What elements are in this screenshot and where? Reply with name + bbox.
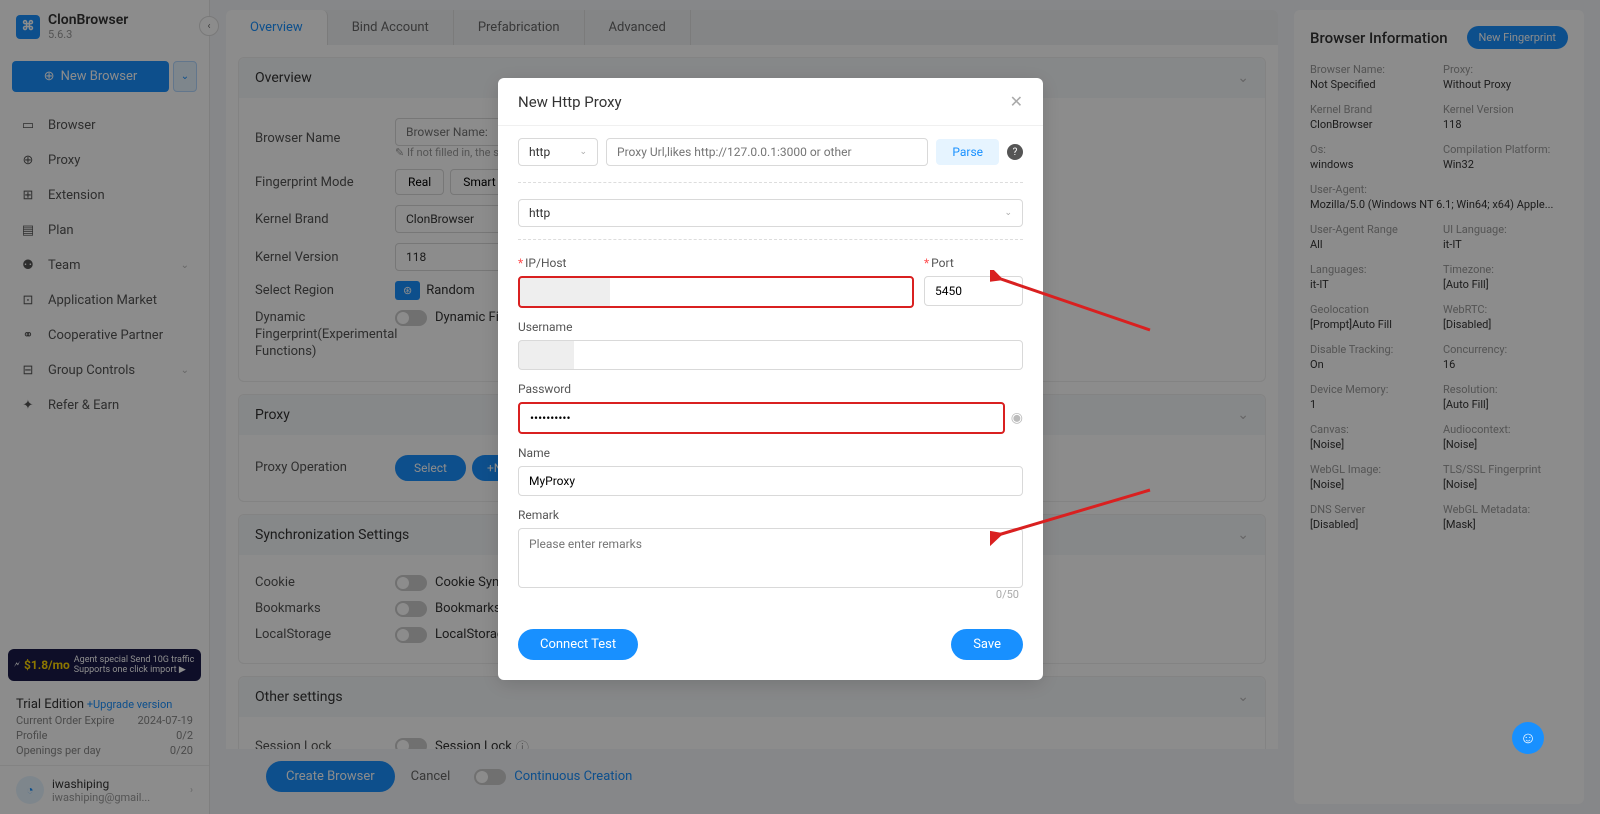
password-input[interactable]	[518, 402, 1005, 434]
proxy-name-input[interactable]	[518, 466, 1023, 496]
ip-host-label: *IP/Host	[518, 256, 914, 270]
chevron-down-icon: ⌄	[1004, 208, 1012, 218]
remark-label: Remark	[518, 508, 1023, 522]
new-http-proxy-modal: New Http Proxy ✕ http⌄ Parse ? http⌄ *IP…	[498, 78, 1043, 680]
port-label: *Port	[924, 256, 1023, 270]
save-button[interactable]: Save	[951, 629, 1023, 660]
password-label: Password	[518, 382, 1023, 396]
separator	[518, 182, 1023, 183]
username-input[interactable]	[518, 340, 1023, 370]
remark-input[interactable]	[518, 528, 1023, 588]
remark-count: 0/50	[518, 588, 1023, 601]
close-icon[interactable]: ✕	[1010, 92, 1023, 111]
connect-test-button[interactable]: Connect Test	[518, 629, 638, 660]
username-label: Username	[518, 320, 1023, 334]
separator	[518, 239, 1023, 240]
proxy-name-label: Name	[518, 446, 1023, 460]
proxy-url-input[interactable]	[606, 138, 928, 166]
proto-select-full[interactable]: http⌄	[518, 199, 1023, 227]
port-input[interactable]	[924, 276, 1023, 306]
modal-title: New Http Proxy	[518, 93, 622, 111]
help-icon[interactable]: ?	[1007, 144, 1023, 160]
ip-host-input[interactable]	[518, 276, 914, 308]
proto-select-small[interactable]: http⌄	[518, 138, 598, 166]
eye-icon[interactable]: ◉	[1011, 410, 1023, 426]
chevron-down-icon: ⌄	[579, 147, 587, 157]
support-fab-button[interactable]: ☺	[1512, 722, 1544, 754]
parse-button[interactable]: Parse	[936, 139, 999, 165]
